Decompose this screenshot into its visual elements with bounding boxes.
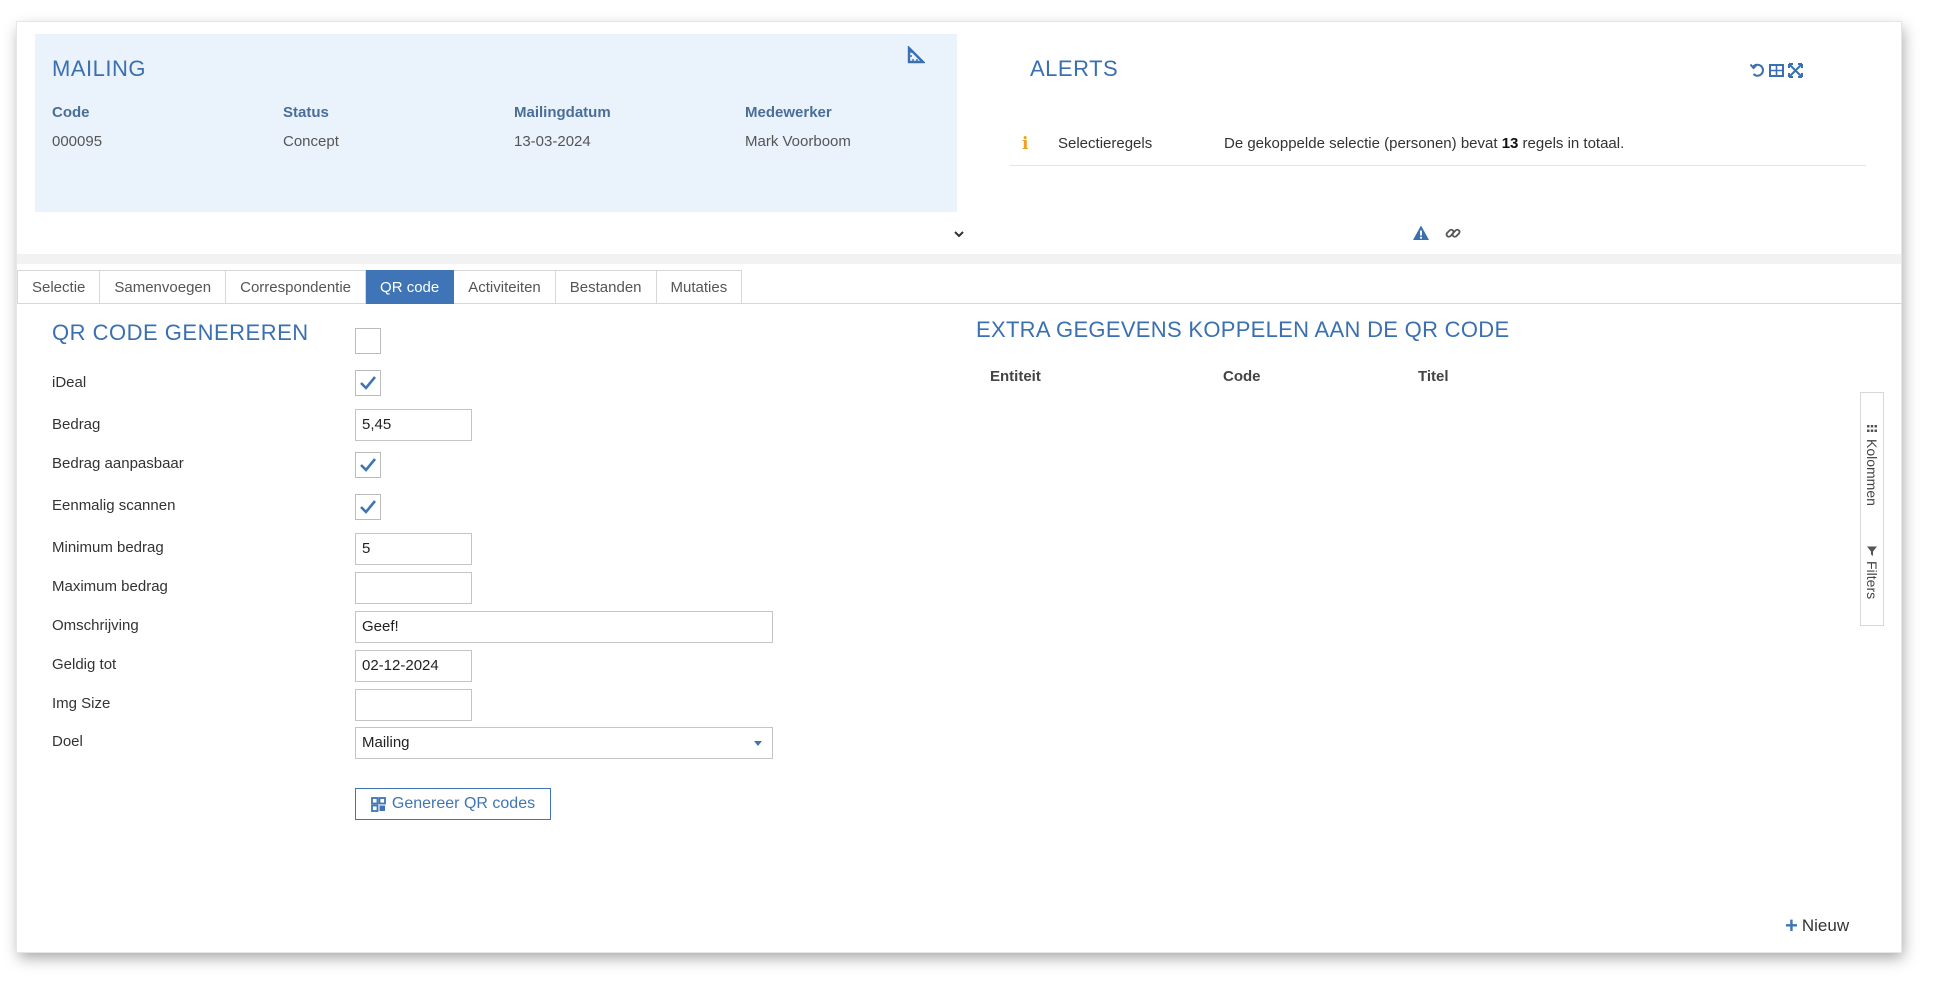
alert-tools [1749,62,1804,84]
bedrag-input[interactable]: 5,45 [355,409,472,441]
info-value: Concept [283,133,339,150]
caret-down-icon [754,741,762,746]
tab-mutaties[interactable]: Mutaties [656,270,743,304]
geldig-tot-label: Geldig tot [52,656,117,673]
info-label: Code [52,104,90,121]
qr-form-title: QR CODE GENEREREN [52,320,309,345]
omschrijving-input[interactable]: Geef! [355,611,773,643]
tab-qr-code[interactable]: QR code [366,270,455,304]
alert-message-pre: De gekoppelde selectie (personen) bevat [1224,135,1498,152]
minimum-bedrag-input[interactable]: 5 [355,533,472,565]
ideal-checkbox[interactable] [355,370,381,396]
checkmark-icon [360,500,377,514]
ideal-label: iDeal [52,374,87,391]
doel-selected-value: Mailing [362,734,410,751]
info-value: 000095 [52,133,103,150]
refresh-icon[interactable] [1749,62,1766,84]
alert-message: De gekoppelde selectie (personen) bevat … [1224,135,1624,152]
info-label: Medewerker [745,104,832,121]
mailing-title: MAILING [52,56,146,81]
qr-grid-icon [371,796,386,812]
generate-qr-button[interactable]: Genereer QR codes [355,788,551,820]
img-size-input[interactable] [355,689,472,721]
alert-type: Selectieregels [1058,135,1153,152]
geldig-tot-input[interactable]: 02-12-2024 [355,650,472,682]
tab-samenvoegen[interactable]: Samenvoegen [100,270,227,304]
img-size-label: Img Size [52,695,111,712]
alerts-title: ALERTS [1030,56,1119,81]
separator [17,254,1901,264]
alert-row: i Selectieregels De gekoppelde selectie … [1010,132,1866,166]
info-label: Mailingdatum [514,104,611,121]
info-label: Status [283,104,329,121]
tab-bar: Selectie Samenvoegen Correspondentie QR … [17,270,1901,304]
bedrag-aanpasbaar-checkbox[interactable] [355,452,381,478]
column-header-code[interactable]: Code [1223,368,1261,385]
link-icon[interactable] [1444,224,1462,247]
eenmalig-scannen-label: Eenmalig scannen [52,497,176,514]
side-tab-filters[interactable]: Filters [1861,545,1883,599]
new-button[interactable]: + Nieuw [1785,913,1850,938]
expand-icon[interactable] [1787,62,1804,84]
doel-label: Doel [52,733,83,750]
extra-title: EXTRA GEGEVENS KOPPELEN AAN DE QR CODE [976,317,1510,342]
info-code: Code 000095 [52,104,272,150]
new-button-label: Nieuw [1801,916,1850,935]
column-header-entiteit[interactable]: Entiteit [990,368,1041,385]
checkmark-icon [360,376,377,390]
info-medewerker: Medewerker Mark Voorboom [745,104,965,150]
info-value: Mark Voorboom [745,133,851,150]
mailing-panel: MAILING Code 000095 Status Concept Maili… [35,34,957,212]
columns-icon [1867,425,1877,432]
warning-icon[interactable] [1412,224,1430,247]
filter-icon [1867,546,1877,556]
header-area: MAILING Code 000095 Status Concept Maili… [17,22,1901,254]
alert-message-post: regels in totaal. [1522,135,1625,152]
app-window: MAILING Code 000095 Status Concept Maili… [17,22,1901,952]
info-status: Status Concept [283,104,503,150]
side-tab-kolommen[interactable]: Kolommen [1861,423,1883,506]
minimum-bedrag-label: Minimum bedrag [52,539,164,556]
tab-activiteiten[interactable]: Activiteiten [454,270,556,304]
eenmalig-scannen-checkbox[interactable] [355,494,381,520]
checkmark-icon [360,458,377,472]
ruler-icon[interactable] [907,45,926,64]
doel-select[interactable]: Mailing [355,727,773,759]
maximum-bedrag-input[interactable] [355,572,472,604]
bedrag-label: Bedrag [52,416,101,433]
side-panel: Kolommen Filters [1860,392,1884,626]
column-header-titel[interactable]: Titel [1418,368,1449,385]
tab-selectie[interactable]: Selectie [17,270,101,304]
info-icon: i [1022,134,1029,154]
maximum-bedrag-label: Maximum bedrag [52,578,168,595]
omschrijving-label: Omschrijving [52,617,139,634]
side-tab-label: Filters [1864,561,1880,600]
alerts-panel: ALERTS i Selectieregels De gekoppelde se… [992,34,1872,234]
info-mailingdatum: Mailingdatum 13-03-2024 [514,104,734,150]
plus-icon: + [1785,913,1798,938]
info-value: 13-03-2024 [514,133,591,150]
tab-correspondentie[interactable]: Correspondentie [226,270,367,304]
chevron-down-icon[interactable] [952,227,966,241]
tab-bestanden[interactable]: Bestanden [555,270,657,304]
side-tab-label: Kolommen [1864,439,1880,506]
generate-qr-label: Genereer QR codes [391,795,536,812]
table-icon[interactable] [1768,62,1785,84]
alert-footer [1412,224,1462,247]
alert-count: 13 [1501,135,1519,152]
select-all-checkbox[interactable] [355,328,381,354]
bedrag-aanpasbaar-label: Bedrag aanpasbaar [52,455,184,472]
